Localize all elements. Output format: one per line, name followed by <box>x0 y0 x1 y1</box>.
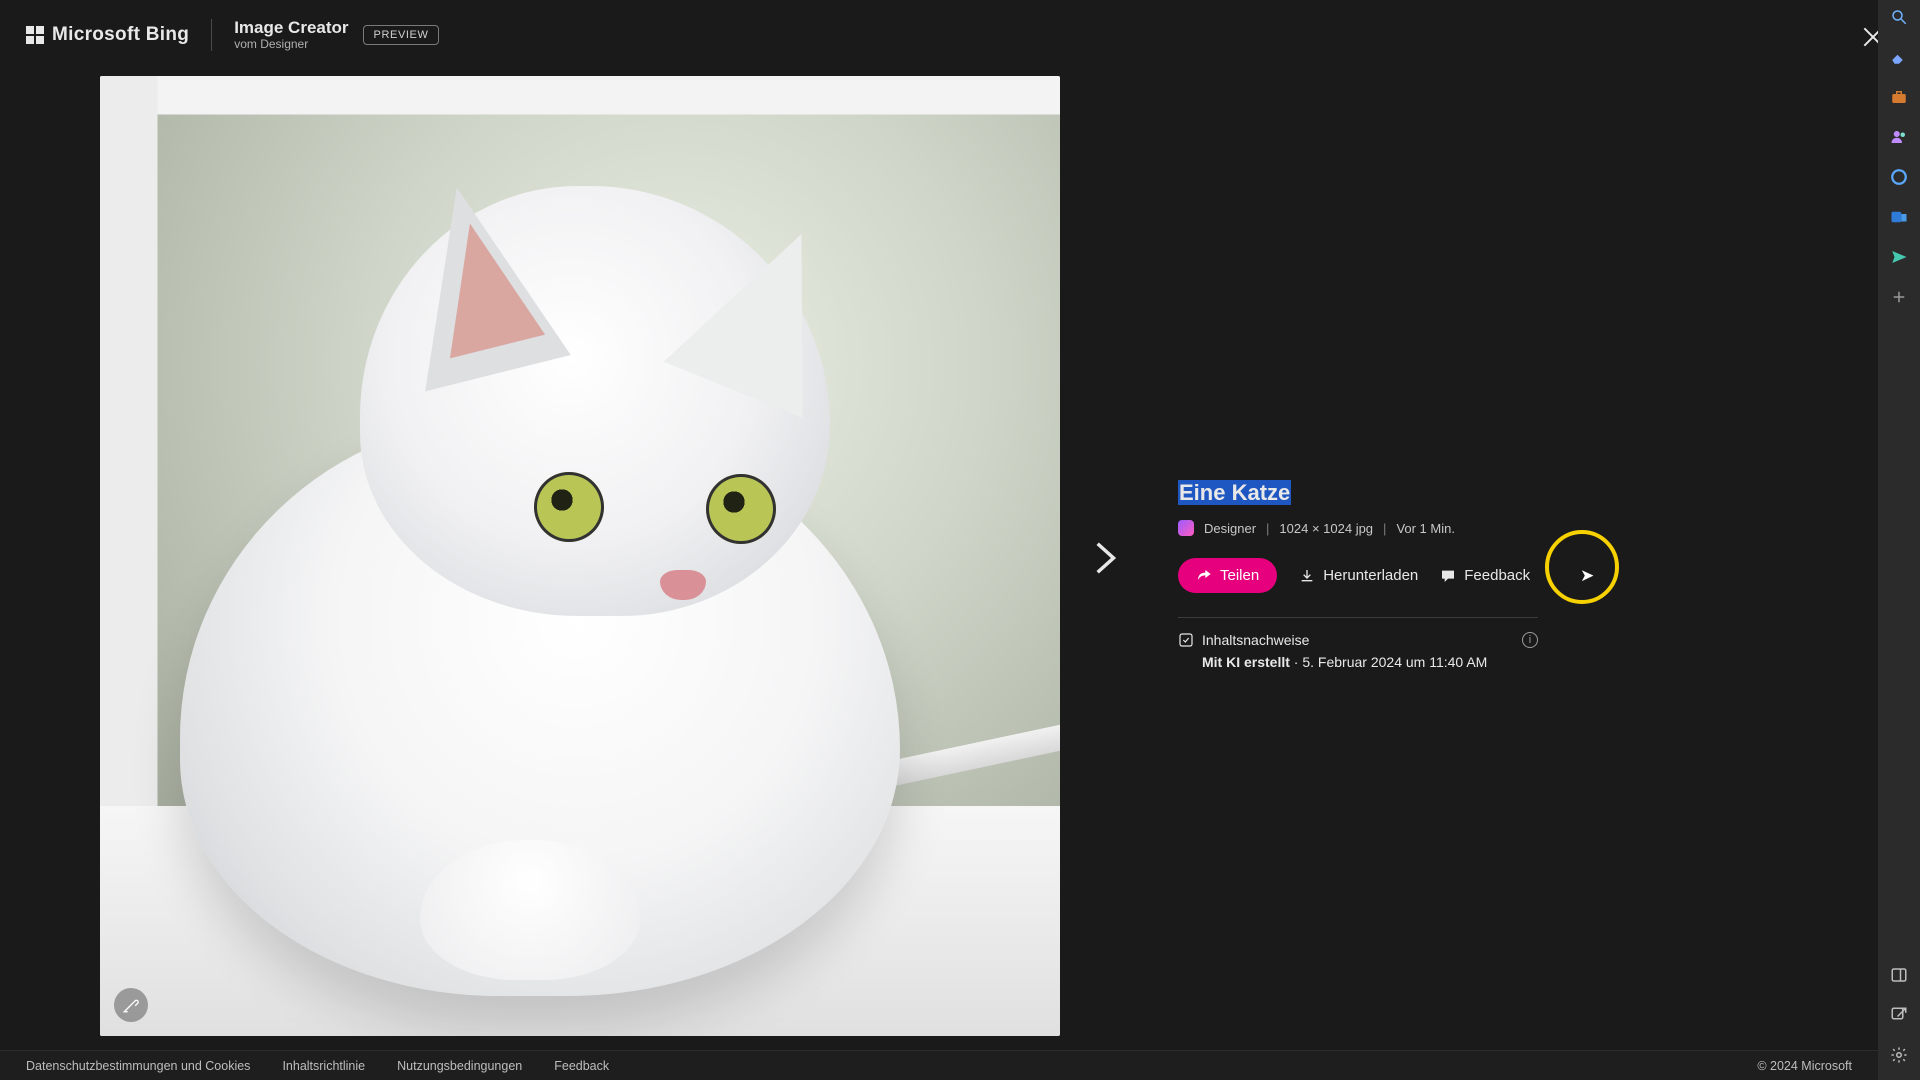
provenance-icon <box>1178 632 1194 648</box>
microsoft-icon <box>26 26 44 44</box>
eraser-icon[interactable] <box>1888 46 1910 68</box>
app-subtitle: vom Designer <box>234 38 348 51</box>
footer-link-privacy[interactable]: Datenschutzbestimmungen und Cookies <box>26 1059 250 1073</box>
chevron-right-icon <box>1085 539 1123 577</box>
open-icon[interactable] <box>1888 1004 1910 1026</box>
preview-badge: PREVIEW <box>363 25 440 45</box>
office-icon[interactable] <box>1888 166 1910 188</box>
download-icon <box>1299 568 1315 584</box>
app-title: Image Creator <box>234 19 348 38</box>
download-label: Herunterladen <box>1323 567 1418 584</box>
edge-side-rail <box>1878 0 1920 1080</box>
image-dimensions: 1024 × 1024 jpg <box>1279 521 1373 536</box>
designer-source-icon <box>1178 520 1194 536</box>
prompt-title[interactable]: Eine Katze <box>1178 480 1291 505</box>
outlook-icon[interactable] <box>1888 206 1910 228</box>
panel-icon[interactable] <box>1888 964 1910 986</box>
page-footer: Datenschutzbestimmungen und Cookies Inha… <box>0 1050 1878 1080</box>
next-image-button[interactable] <box>1076 530 1132 586</box>
provenance-heading: Inhaltsnachweise <box>1202 632 1309 648</box>
share-label: Teilen <box>1220 567 1259 584</box>
meta-row: Designer | 1024 × 1024 jpg | Vor 1 Min. <box>1178 520 1538 536</box>
image-age: Vor 1 Min. <box>1396 521 1455 536</box>
briefcase-icon[interactable] <box>1888 86 1910 108</box>
feedback-icon <box>1440 568 1456 584</box>
search-icon[interactable] <box>1888 6 1910 28</box>
footer-copyright: © 2024 Microsoft <box>1757 1059 1852 1073</box>
send-icon[interactable] <box>1888 246 1910 268</box>
ai-watermark-icon <box>114 988 148 1022</box>
image-creator-title-block: Image Creator vom Designer <box>211 19 348 51</box>
feedback-button[interactable]: Feedback <box>1440 567 1530 584</box>
footer-link-terms[interactable]: Nutzungsbedingungen <box>397 1059 522 1073</box>
share-button[interactable]: Teilen <box>1178 558 1277 593</box>
generated-image[interactable] <box>100 76 1060 1036</box>
footer-link-feedback[interactable]: Feedback <box>554 1059 609 1073</box>
download-button[interactable]: Herunterladen <box>1299 567 1418 584</box>
share-icon <box>1196 568 1212 584</box>
plus-icon[interactable] <box>1888 286 1910 308</box>
microsoft-bing-logo[interactable]: Microsoft Bing <box>26 24 189 46</box>
brand-text: Microsoft Bing <box>52 24 189 46</box>
provenance-detail: Mit KI erstellt · 5. Februar 2024 um 11:… <box>1202 654 1538 670</box>
source-name: Designer <box>1204 521 1256 536</box>
cursor-pointer-icon: ➤ <box>1580 566 1594 586</box>
cursor-highlight-ring <box>1545 530 1619 604</box>
feedback-label: Feedback <box>1464 567 1530 584</box>
provenance-section: Inhaltsnachweise i Mit KI erstellt · 5. … <box>1178 617 1538 670</box>
provenance-info-icon[interactable]: i <box>1522 632 1538 648</box>
image-detail-panel: Eine Katze Designer | 1024 × 1024 jpg | … <box>1178 480 1538 670</box>
people-icon[interactable] <box>1888 126 1910 148</box>
settings-icon[interactable] <box>1888 1044 1910 1066</box>
footer-link-content-policy[interactable]: Inhaltsrichtlinie <box>282 1059 365 1073</box>
